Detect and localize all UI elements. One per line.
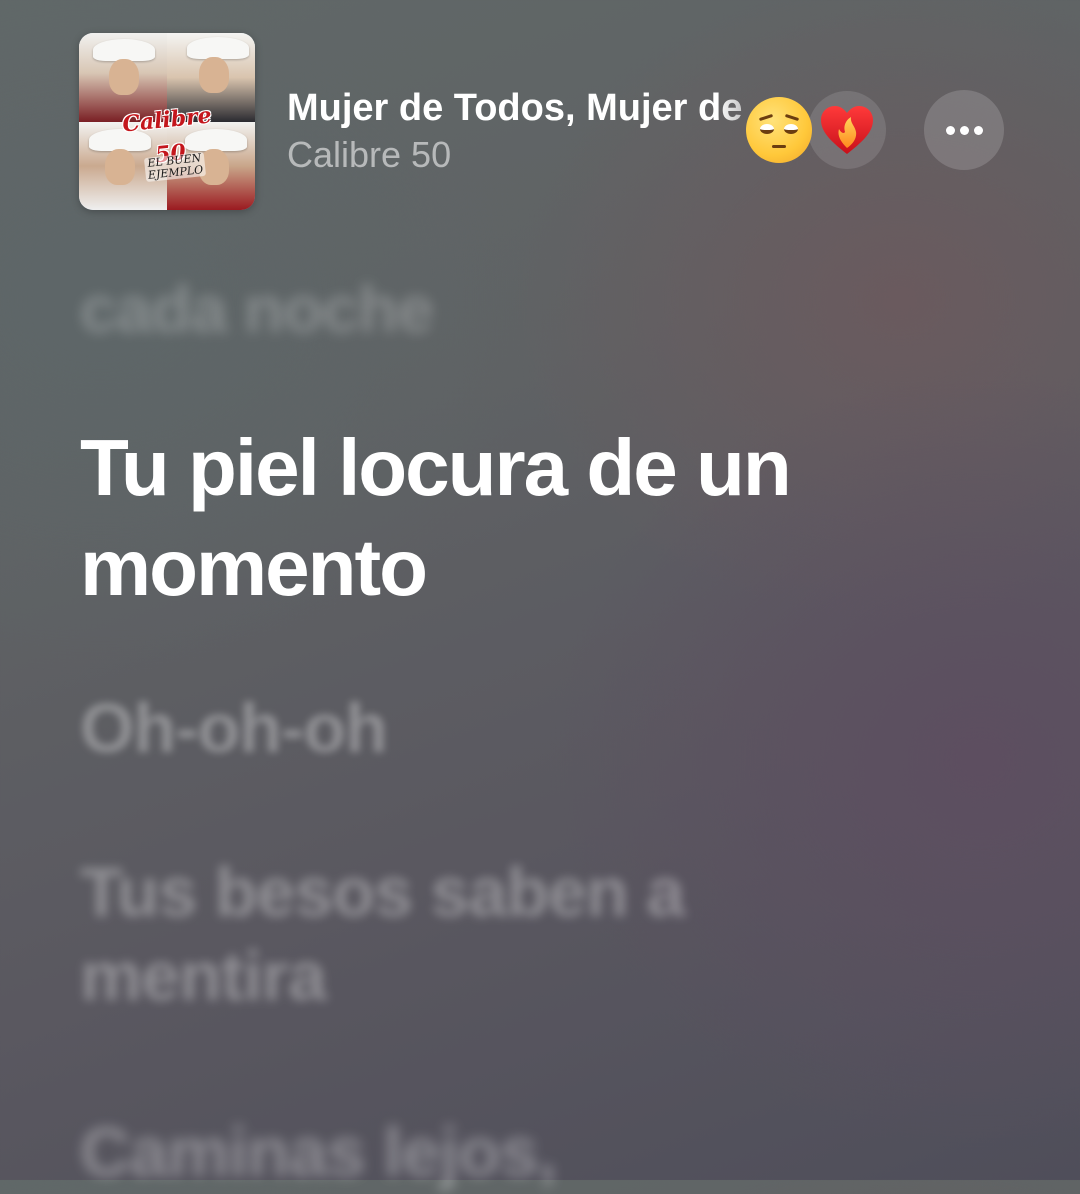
ellipsis-icon xyxy=(959,125,969,135)
artwork-hat xyxy=(93,39,155,61)
artwork-hat xyxy=(187,37,249,59)
lyric-line-upcoming[interactable]: Tus besos saben a mentira xyxy=(80,850,840,1018)
artwork-face xyxy=(109,59,139,95)
now-playing-header: Calibre 50 EL BUEN EJEMPLO Mujer de Todo… xyxy=(0,0,1080,230)
lyric-line-upcoming[interactable]: Oh-oh-oh xyxy=(80,688,840,768)
album-artwork[interactable]: Calibre 50 EL BUEN EJEMPLO xyxy=(79,33,255,210)
artwork-face xyxy=(105,149,135,185)
more-options-button[interactable] xyxy=(924,90,1004,170)
pensive-face-emoji[interactable] xyxy=(740,91,818,169)
song-title[interactable]: Mujer de Todos, Mujer de xyxy=(287,84,787,132)
ellipsis-icon xyxy=(973,125,983,135)
lyric-line-previous[interactable]: cada noche xyxy=(80,268,840,350)
pensive-face-icon xyxy=(746,97,812,163)
artwork-face xyxy=(199,57,229,93)
ellipsis-icon xyxy=(945,125,955,135)
lyric-line-upcoming[interactable]: Caminas lejos, xyxy=(80,1110,840,1194)
heart-on-fire-icon xyxy=(821,106,873,154)
lyric-line-current[interactable]: Tu piel locura de un momento xyxy=(80,418,840,618)
artist-name[interactable]: Calibre 50 xyxy=(287,132,451,178)
heart-on-fire-emoji[interactable] xyxy=(808,91,886,169)
